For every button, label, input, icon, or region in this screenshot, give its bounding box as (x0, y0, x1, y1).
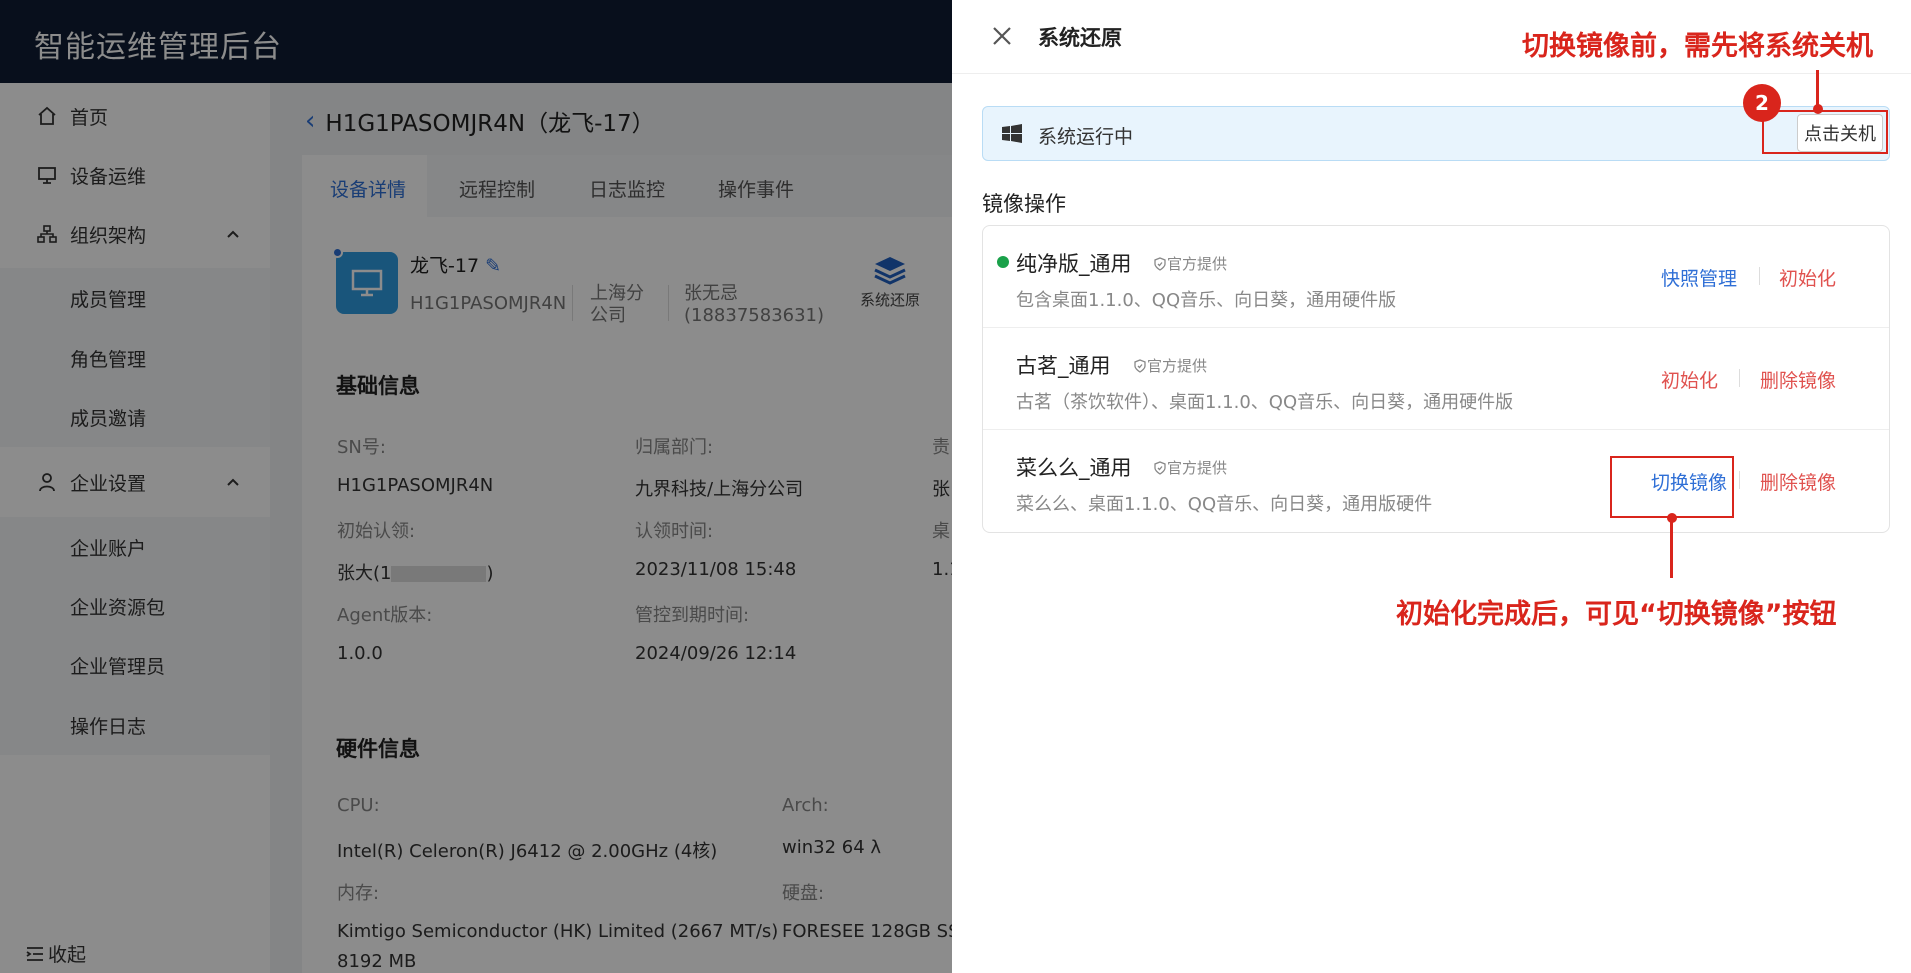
initialize-button[interactable]: 初始化 (1779, 264, 1836, 291)
list-item: 古茗_通用 官方提供 古茗（茶饮软件）、桌面1.1.0、QQ音乐、向日葵，通用硬… (983, 328, 1889, 430)
status-text: 系统运行中 (1038, 126, 1134, 148)
modal-overlay[interactable] (0, 0, 952, 973)
list-item: 纯净版_通用 官方提供 包含桌面1.1.0、QQ音乐、向日葵，通用硬件版 快照管… (983, 226, 1889, 328)
system-restore-drawer: 系统还原 系统运行中 点击关机 镜像操作 纯净版_通用 官方提供 包含桌面1.1… (952, 0, 1911, 973)
list-item: 菜么么_通用 官方提供 菜么么、桌面1.1.0、QQ音乐、向日葵，通用版硬件 切… (1016, 456, 1837, 515)
annotation-switch-box (1610, 456, 1734, 518)
annotation-top: 切换镜像前，需先将系统关机 (1522, 31, 1873, 62)
windows-icon (1002, 124, 1022, 143)
official-badge: 官方提供 (1133, 355, 1207, 376)
delete-image-button[interactable]: 删除镜像 (1760, 468, 1836, 495)
official-badge: 官方提供 (1153, 253, 1227, 274)
drawer-title: 系统还原 (1038, 26, 1122, 50)
close-icon[interactable] (988, 22, 1016, 50)
initialize-button[interactable]: 初始化 (1661, 366, 1718, 393)
image-ops-title: 镜像操作 (982, 192, 1066, 216)
shield-icon (1134, 358, 1146, 373)
snapshot-manage-button[interactable]: 快照管理 (1661, 264, 1737, 291)
shield-icon (1154, 256, 1166, 271)
image-list: 纯净版_通用 官方提供 包含桌面1.1.0、QQ音乐、向日葵，通用硬件版 快照管… (982, 225, 1890, 533)
step-badge: 2 (1743, 84, 1781, 122)
delete-image-button[interactable]: 删除镜像 (1760, 366, 1836, 393)
official-badge: 官方提供 (1153, 457, 1227, 478)
annotation-shutdown-box (1762, 110, 1888, 154)
active-dot (997, 256, 1009, 268)
shield-icon (1154, 460, 1166, 475)
annotation-bottom: 初始化完成后，可见“切换镜像”按钮 (1396, 599, 1837, 630)
